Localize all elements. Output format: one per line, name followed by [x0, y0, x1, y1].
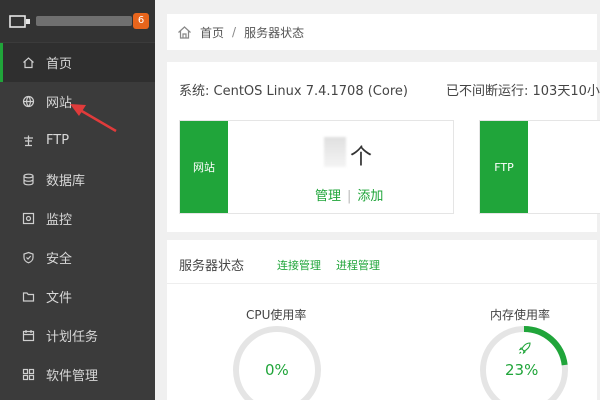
breadcrumb-current: 服务器状态: [244, 25, 305, 40]
sidebar-item-label: FTP: [46, 133, 70, 148]
sidebar: 6 首页 网站 FTP 数据库 监控 安全 文件 计划任务 软件管理: [0, 0, 155, 400]
site-count-unit: 个: [350, 145, 373, 170]
brand-bar: 6: [0, 0, 155, 42]
sidebar-item-label: 软件管理: [46, 369, 99, 384]
website-card: 网站 个 管理 | 添加: [179, 120, 454, 214]
shield-icon: [22, 251, 35, 264]
sidebar-item-scheduled-tasks[interactable]: 计划任务: [0, 316, 155, 355]
sidebar-item-files[interactable]: 文件: [0, 277, 155, 316]
breadcrumb-home[interactable]: 首页: [200, 24, 224, 41]
sidebar-item-security[interactable]: 安全: [0, 238, 155, 277]
sidebar-item-ftp[interactable]: FTP: [0, 121, 155, 160]
ftp-tag[interactable]: FTP: [480, 121, 528, 213]
home-icon: [22, 56, 35, 69]
add-link[interactable]: 添加: [357, 189, 383, 204]
sidebar-item-software[interactable]: 软件管理: [0, 355, 155, 394]
notification-badge[interactable]: 6: [133, 13, 149, 29]
sidebar-item-database[interactable]: 数据库: [0, 160, 155, 199]
sidebar-item-label: 文件: [46, 291, 73, 306]
folder-icon: [22, 290, 35, 303]
sidebar-item-label: 监控: [46, 213, 73, 228]
breadcrumb-separator: /: [232, 25, 237, 39]
apps-icon: [22, 368, 35, 381]
calendar-icon: [22, 329, 35, 342]
link-divider: |: [347, 189, 352, 204]
breadcrumb: 首页 / 服务器状态: [167, 14, 597, 50]
site-links: 管理 | 添加: [315, 185, 383, 204]
sidebar-item-label: 计划任务: [46, 330, 99, 345]
ftp-card: FTP: [479, 120, 600, 214]
system-info-panel: 系统: CentOS Linux 7.4.1708 (Core) 已不间断运行:…: [167, 62, 600, 232]
cpu-usage-value: 0%: [265, 361, 289, 379]
sidebar-item-home[interactable]: 首页: [0, 43, 155, 82]
monitor-icon: [22, 212, 35, 225]
database-icon: [22, 173, 35, 186]
globe-icon: [22, 95, 35, 108]
process-manage-link[interactable]: 进程管理: [336, 257, 380, 273]
status-title: 服务器状态: [179, 259, 245, 274]
connection-manage-link[interactable]: 连接管理: [277, 257, 321, 273]
logo-icon: [9, 15, 30, 28]
os-info: 系统: CentOS Linux 7.4.1708 (Core): [179, 84, 408, 99]
sidebar-item-label: 网站: [46, 96, 73, 111]
site-count-blurred: [324, 137, 346, 167]
sidebar-item-label: 首页: [46, 57, 73, 72]
memory-usage-label: 内存使用率: [490, 308, 551, 322]
memory-usage-value: 23%: [505, 361, 539, 379]
site-name-blurred: [36, 16, 132, 26]
cpu-usage-label: CPU使用率: [246, 308, 307, 322]
main-content: 首页 / 服务器状态 系统: CentOS Linux 7.4.1708 (Co…: [155, 0, 600, 400]
website-tag[interactable]: 网站: [180, 121, 228, 213]
server-status-panel: 服务器状态 连接管理 进程管理 CPU使用率 0% 内存使用率 23%: [167, 240, 597, 400]
status-header: 服务器状态 连接管理 进程管理: [167, 240, 597, 284]
sidebar-item-monitor[interactable]: 监控: [0, 199, 155, 238]
sidebar-item-label: 数据库: [46, 174, 86, 189]
manage-link[interactable]: 管理: [315, 189, 341, 204]
home-icon[interactable]: [177, 25, 192, 40]
sidebar-item-website[interactable]: 网站: [0, 82, 155, 121]
ftp-icon: [22, 134, 35, 147]
rocket-icon[interactable]: [517, 340, 533, 356]
uptime-info: 已不间断运行: 103天10小: [446, 84, 600, 99]
sidebar-item-label: 安全: [46, 252, 73, 267]
